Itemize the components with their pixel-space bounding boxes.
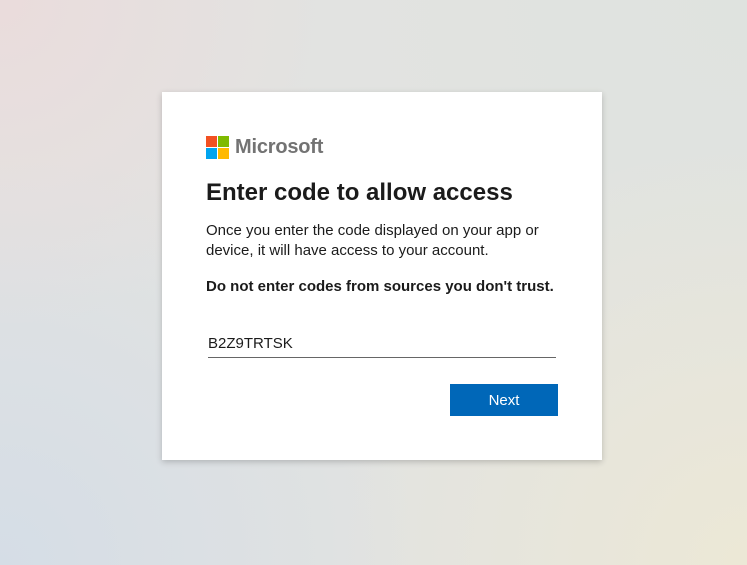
logo-blue-square bbox=[206, 148, 217, 159]
brand-name: Microsoft bbox=[235, 136, 324, 158]
device-code-dialog: Microsoft Enter code to allow access Onc… bbox=[162, 92, 602, 460]
logo-red-square bbox=[206, 136, 217, 147]
microsoft-logo-icon bbox=[206, 136, 229, 159]
logo-yellow-square bbox=[218, 148, 229, 159]
next-button[interactable]: Next bbox=[450, 384, 558, 416]
code-input[interactable] bbox=[208, 330, 556, 358]
logo-green-square bbox=[218, 136, 229, 147]
microsoft-logo: Microsoft bbox=[206, 136, 323, 159]
page-title: Enter code to allow access bbox=[206, 179, 513, 206]
security-warning: Do not enter codes from sources you don'… bbox=[206, 278, 554, 295]
dialog-description: Once you enter the code displayed on you… bbox=[206, 222, 539, 259]
